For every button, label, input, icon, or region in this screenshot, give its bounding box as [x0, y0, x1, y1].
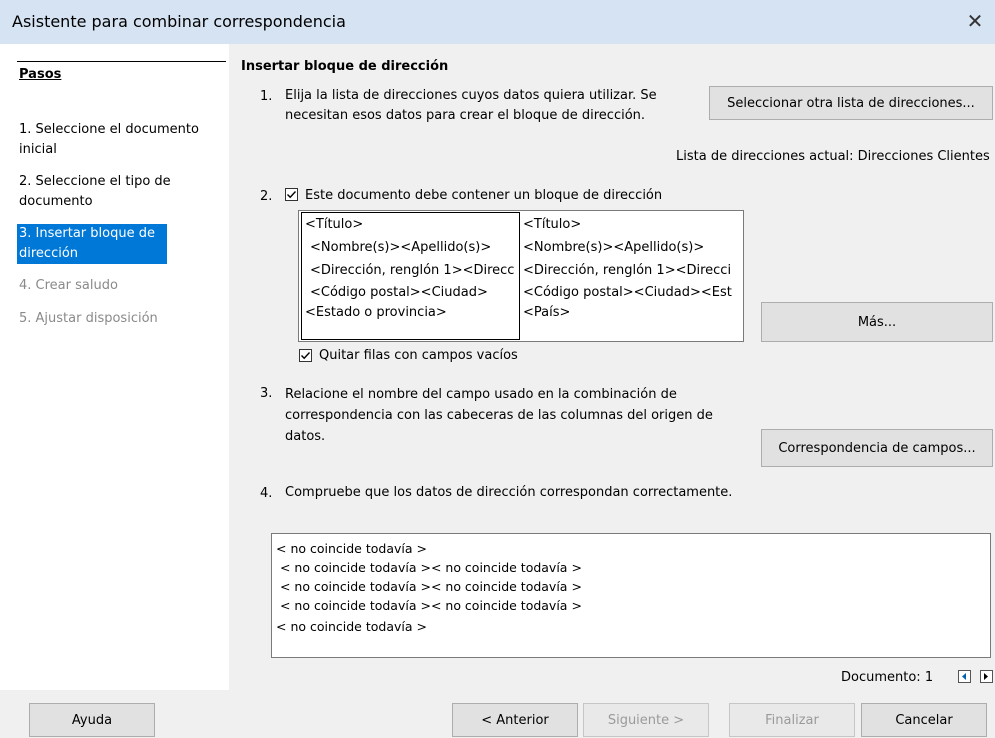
checkmark-icon	[301, 352, 311, 360]
step4-text: Compruebe que los datos de dirección cor…	[285, 485, 733, 500]
preview-line: < no coincide todavía >	[276, 619, 427, 634]
steps-divider	[17, 61, 226, 62]
document-counter: Documento: 1	[841, 670, 934, 685]
sidebar-step-2[interactable]: 2. Seleccione el tipo de documento	[19, 172, 219, 212]
arrow-left-icon	[962, 673, 966, 680]
preview-line: < no coincide todavía >< no coincide tod…	[276, 598, 582, 613]
step4-number: 4.	[260, 486, 273, 501]
address-block-left-line: <Título>	[305, 217, 364, 232]
address-block-right-line: <Código postal><Ciudad><Est	[523, 285, 732, 300]
address-block-left-line: <Nombre(s)><Apellido(s)>	[310, 240, 492, 255]
field-mapping-button[interactable]: Correspondencia de campos...	[761, 429, 993, 467]
select-address-list-button[interactable]: Seleccionar otra lista de direcciones...	[709, 86, 993, 120]
sidebar-step-label: 3. Insertar bloque de dirección	[19, 226, 155, 261]
address-block-left-line: <Dirección, renglón 1><Direcc	[310, 263, 515, 278]
address-block-left-line: <Estado o provincia>	[305, 305, 447, 320]
sidebar-step-3[interactable]: 3. Insertar bloque de dirección	[17, 224, 167, 264]
next-document-icon[interactable]	[980, 670, 993, 683]
sidebar-step-1[interactable]: 1. Seleccione el documento inicial	[19, 120, 219, 160]
step3-number: 3.	[260, 386, 273, 401]
address-block-checkbox-label: Este documento debe contener un bloque d…	[305, 188, 663, 203]
more-button[interactable]: Más...	[761, 302, 993, 342]
checkmark-icon	[287, 191, 297, 199]
current-list-label: Lista de direcciones actual: Direcciones…	[676, 149, 990, 164]
page-title: Insertar bloque de dirección	[241, 59, 449, 74]
address-block-right-line: <País>	[523, 305, 571, 320]
steps-heading: Pasos	[19, 67, 62, 82]
arrow-right-icon	[984, 673, 988, 680]
step1-text: Elija la lista de direcciones cuyos dato…	[285, 88, 657, 123]
sidebar-step-label: 5. Ajustar disposición	[19, 311, 158, 326]
preview-line: < no coincide todavía >< no coincide tod…	[276, 560, 582, 575]
finish-button: Finalizar	[729, 703, 855, 737]
preview-line: < no coincide todavía >	[276, 541, 427, 556]
cancel-button[interactable]: Cancelar	[861, 703, 987, 737]
address-block-right-line: <Dirección, renglón 1><Direcci	[523, 263, 732, 278]
address-block-checkbox[interactable]	[285, 188, 298, 201]
sidebar-step-5: 5. Ajustar disposición	[19, 309, 219, 329]
help-button[interactable]: Ayuda	[29, 703, 155, 737]
previous-document-icon[interactable]	[958, 670, 971, 683]
step3-text: Relacione el nombre del campo usado en l…	[285, 387, 713, 444]
sidebar-step-label: 2. Seleccione el tipo de documento	[19, 174, 171, 209]
remove-empty-rows-label: Quitar filas con campos vacíos	[319, 348, 518, 363]
next-button: Siguiente >	[583, 703, 709, 737]
sidebar-step-label: 4. Crear saludo	[19, 278, 118, 293]
address-block-right-line: <Título>	[523, 217, 582, 232]
close-icon[interactable]: ✕	[963, 9, 987, 33]
address-block-left-line: <Código postal><Ciudad>	[310, 285, 488, 300]
sidebar-step-label: 1. Seleccione el documento inicial	[19, 122, 199, 157]
address-block-right-line: <Nombre(s)><Apellido(s)>	[523, 240, 705, 255]
step2-number: 2.	[260, 189, 273, 204]
sidebar-step-4: 4. Crear saludo	[19, 276, 219, 296]
preview-line: < no coincide todavía >< no coincide tod…	[276, 579, 582, 594]
window-title: Asistente para combinar correspondencia	[12, 12, 346, 31]
remove-empty-rows-checkbox[interactable]	[299, 349, 312, 362]
step1-number: 1.	[260, 89, 273, 104]
previous-button[interactable]: < Anterior	[452, 703, 578, 737]
